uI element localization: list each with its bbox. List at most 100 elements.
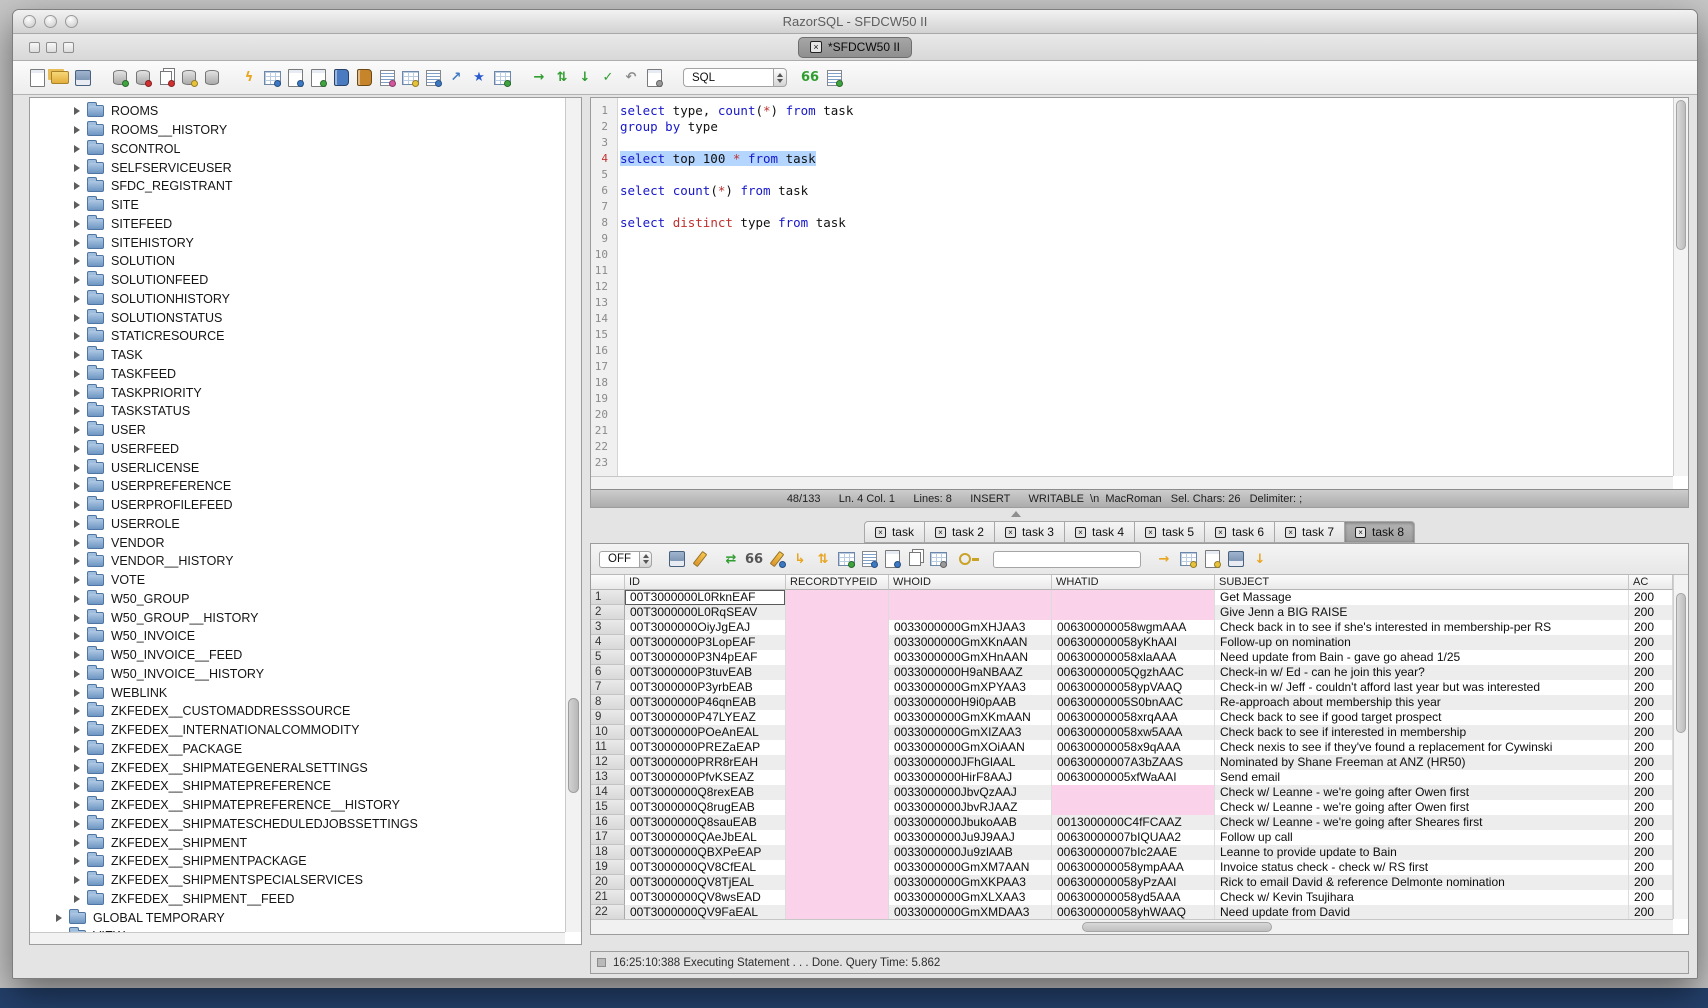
cell-id[interactable]: 00T3000000PfvKSEAZ <box>625 770 786 785</box>
editor-line[interactable]: 12 <box>591 279 1673 295</box>
expander-triangle-icon[interactable] <box>74 839 80 847</box>
cell-ac[interactable]: 200 <box>1629 650 1673 665</box>
reference-book-icon[interactable] <box>354 68 374 88</box>
disconnect-icon[interactable] <box>133 68 153 88</box>
cell-whoid[interactable]: 0033000000GmXKPAA3 <box>889 875 1052 890</box>
cell-ac[interactable]: 200 <box>1629 830 1673 845</box>
tree-item-zkfedex-shipmatepreference-history[interactable]: ZKFEDEX__SHIPMATEPREFERENCE__HISTORY <box>30 796 565 815</box>
cell-id[interactable]: 00T3000000P3yrbEAB <box>625 680 786 695</box>
results-view-icon[interactable] <box>824 68 844 88</box>
view-log-icon[interactable] <box>644 68 664 88</box>
expander-triangle-icon[interactable] <box>74 107 80 115</box>
tree-item-userprofilefeed[interactable]: USERPROFILEFEED <box>30 496 565 515</box>
cell-whatid[interactable]: 006300000058xlaAAA <box>1052 650 1215 665</box>
document-tab[interactable]: × *SFDCW50 II <box>798 37 912 58</box>
editor-line[interactable]: 20 <box>591 407 1673 423</box>
result-tab-task-7[interactable]: ×task 7 <box>1275 521 1345 543</box>
expander-triangle-icon[interactable] <box>74 745 80 753</box>
expander-triangle-icon[interactable] <box>74 126 80 134</box>
cell-id[interactable]: 00T3000000QV8wsEAD <box>625 890 786 905</box>
cell-whoid[interactable]: 0033000000GmXOiAAN <box>889 740 1052 755</box>
cell-whoid[interactable]: 0033000000JbukoAAB <box>889 815 1052 830</box>
results-horizontal-scrollbar[interactable] <box>591 919 1673 934</box>
cell-whoid[interactable]: 0033000000GmXLXAA3 <box>889 890 1052 905</box>
filter-results-icon[interactable] <box>690 549 710 569</box>
save-results-icon[interactable] <box>667 549 687 569</box>
cell-whatid[interactable]: 00630000007bIQUAA2 <box>1052 830 1215 845</box>
refresh-results-icon[interactable]: ⇄ <box>721 549 741 569</box>
editor-line[interactable]: 2group by type <box>591 119 1673 135</box>
cell-id[interactable]: 00T3000000P3tuvEAB <box>625 665 786 680</box>
result-tab-task[interactable]: ×task <box>864 521 925 543</box>
result-tab-task-6[interactable]: ×task 6 <box>1205 521 1275 543</box>
expander-triangle-icon[interactable] <box>74 651 80 659</box>
cell-whoid[interactable] <box>889 605 1052 620</box>
tree-item-scontrol[interactable]: SCONTROL <box>30 140 565 159</box>
editor-line[interactable]: 8select distinct type from task <box>591 215 1673 231</box>
cell-recordtypeid[interactable] <box>786 785 889 800</box>
cell-whoid[interactable]: 0033000000HirF8AAJ <box>889 770 1052 785</box>
cell-id[interactable]: 00T3000000P47LYEAZ <box>625 710 786 725</box>
cell-whoid[interactable]: 0033000000GmXKnAAN <box>889 635 1052 650</box>
editor-line[interactable]: 7 <box>591 199 1673 215</box>
cell-id[interactable]: 00T3000000QBXPeEAP <box>625 845 786 860</box>
cell-whoid[interactable] <box>889 590 1052 605</box>
expander-triangle-icon[interactable] <box>74 164 80 172</box>
cell-whoid[interactable]: 0033000000H9i0pAAB <box>889 695 1052 710</box>
cell-recordtypeid[interactable] <box>786 680 889 695</box>
column-header-subject[interactable]: SUBJECT <box>1215 575 1629 590</box>
tree-item-user[interactable]: USER <box>30 421 565 440</box>
refresh-icon[interactable]: ⇅ <box>552 68 572 88</box>
result-tab-task-2[interactable]: ×task 2 <box>925 521 995 543</box>
cell-ac[interactable]: 200 <box>1629 590 1673 605</box>
refresh-table-icon[interactable] <box>836 549 856 569</box>
cell-whatid[interactable]: 006300000058x9qAAA <box>1052 740 1215 755</box>
align-sql-icon[interactable] <box>423 68 443 88</box>
sidebar-vertical-scrollbar[interactable] <box>565 98 581 932</box>
cell-whatid[interactable] <box>1052 785 1215 800</box>
expander-triangle-icon[interactable] <box>74 239 80 247</box>
cell-recordtypeid[interactable] <box>786 635 889 650</box>
insert-row-icon[interactable]: ↳ <box>790 549 810 569</box>
cell-id[interactable]: 00T3000000P3LopEAF <box>625 635 786 650</box>
cell-whatid[interactable]: 006300000058wgmAAA <box>1052 620 1215 635</box>
tree-item-weblink[interactable]: WEBLINK <box>30 683 565 702</box>
editor-scroll-thumb[interactable] <box>1676 100 1686 250</box>
cell-whatid[interactable]: 006300000058ympAAA <box>1052 860 1215 875</box>
script-results-icon[interactable] <box>1202 549 1222 569</box>
tree-item-task[interactable]: TASK <box>30 346 565 365</box>
cell-whatid[interactable]: 006300000058xrqAAA <box>1052 710 1215 725</box>
cell-whoid[interactable]: 0033000000Ju9zlAAB <box>889 845 1052 860</box>
cell-subject[interactable]: Send email <box>1215 770 1629 785</box>
editor-line[interactable]: 23 <box>591 455 1673 471</box>
editor-vertical-scrollbar[interactable] <box>1673 98 1688 476</box>
close-document-icon[interactable]: × <box>810 41 822 53</box>
cell-ac[interactable]: 200 <box>1629 695 1673 710</box>
cell-id[interactable]: 00T3000000PREZaEAP <box>625 740 786 755</box>
cell-ac[interactable]: 200 <box>1629 890 1673 905</box>
cell-whatid[interactable] <box>1052 800 1215 815</box>
tree-item-zkfedex-shipmatescheduledjobssettings[interactable]: ZKFEDEX__SHIPMATESCHEDULEDJOBSSETTINGS <box>30 815 565 834</box>
cell-whoid[interactable]: 0033000000GmXIZAA3 <box>889 725 1052 740</box>
cell-recordtypeid[interactable] <box>786 770 889 785</box>
column-header-id[interactable]: ID <box>625 575 786 590</box>
tree-item-rooms[interactable]: ROOMS <box>30 102 565 121</box>
close-tab-icon[interactable]: × <box>875 527 886 538</box>
tree-item-taskpriority[interactable]: TASKPRIORITY <box>30 383 565 402</box>
page-view-icon[interactable] <box>882 549 902 569</box>
expander-triangle-icon[interactable] <box>74 276 80 284</box>
tree-item-solution[interactable]: SOLUTION <box>30 252 565 271</box>
save-grid-icon[interactable] <box>1226 549 1246 569</box>
close-tab-icon[interactable]: × <box>935 527 946 538</box>
sidebar-scroll-thumb[interactable] <box>568 698 579 793</box>
close-tab-icon[interactable]: × <box>1075 527 1086 538</box>
cell-recordtypeid[interactable] <box>786 875 889 890</box>
cell-ac[interactable]: 200 <box>1629 605 1673 620</box>
tree-item-userpreference[interactable]: USERPREFERENCE <box>30 477 565 496</box>
expander-triangle-icon[interactable] <box>74 726 80 734</box>
tree-item-taskstatus[interactable]: TASKSTATUS <box>30 402 565 421</box>
result-tab-task-5[interactable]: ×task 5 <box>1135 521 1205 543</box>
find-in-editor-icon[interactable] <box>285 68 305 88</box>
cell-subject[interactable]: Check back in to see if she's interested… <box>1215 620 1629 635</box>
expander-triangle-icon[interactable] <box>74 257 80 265</box>
